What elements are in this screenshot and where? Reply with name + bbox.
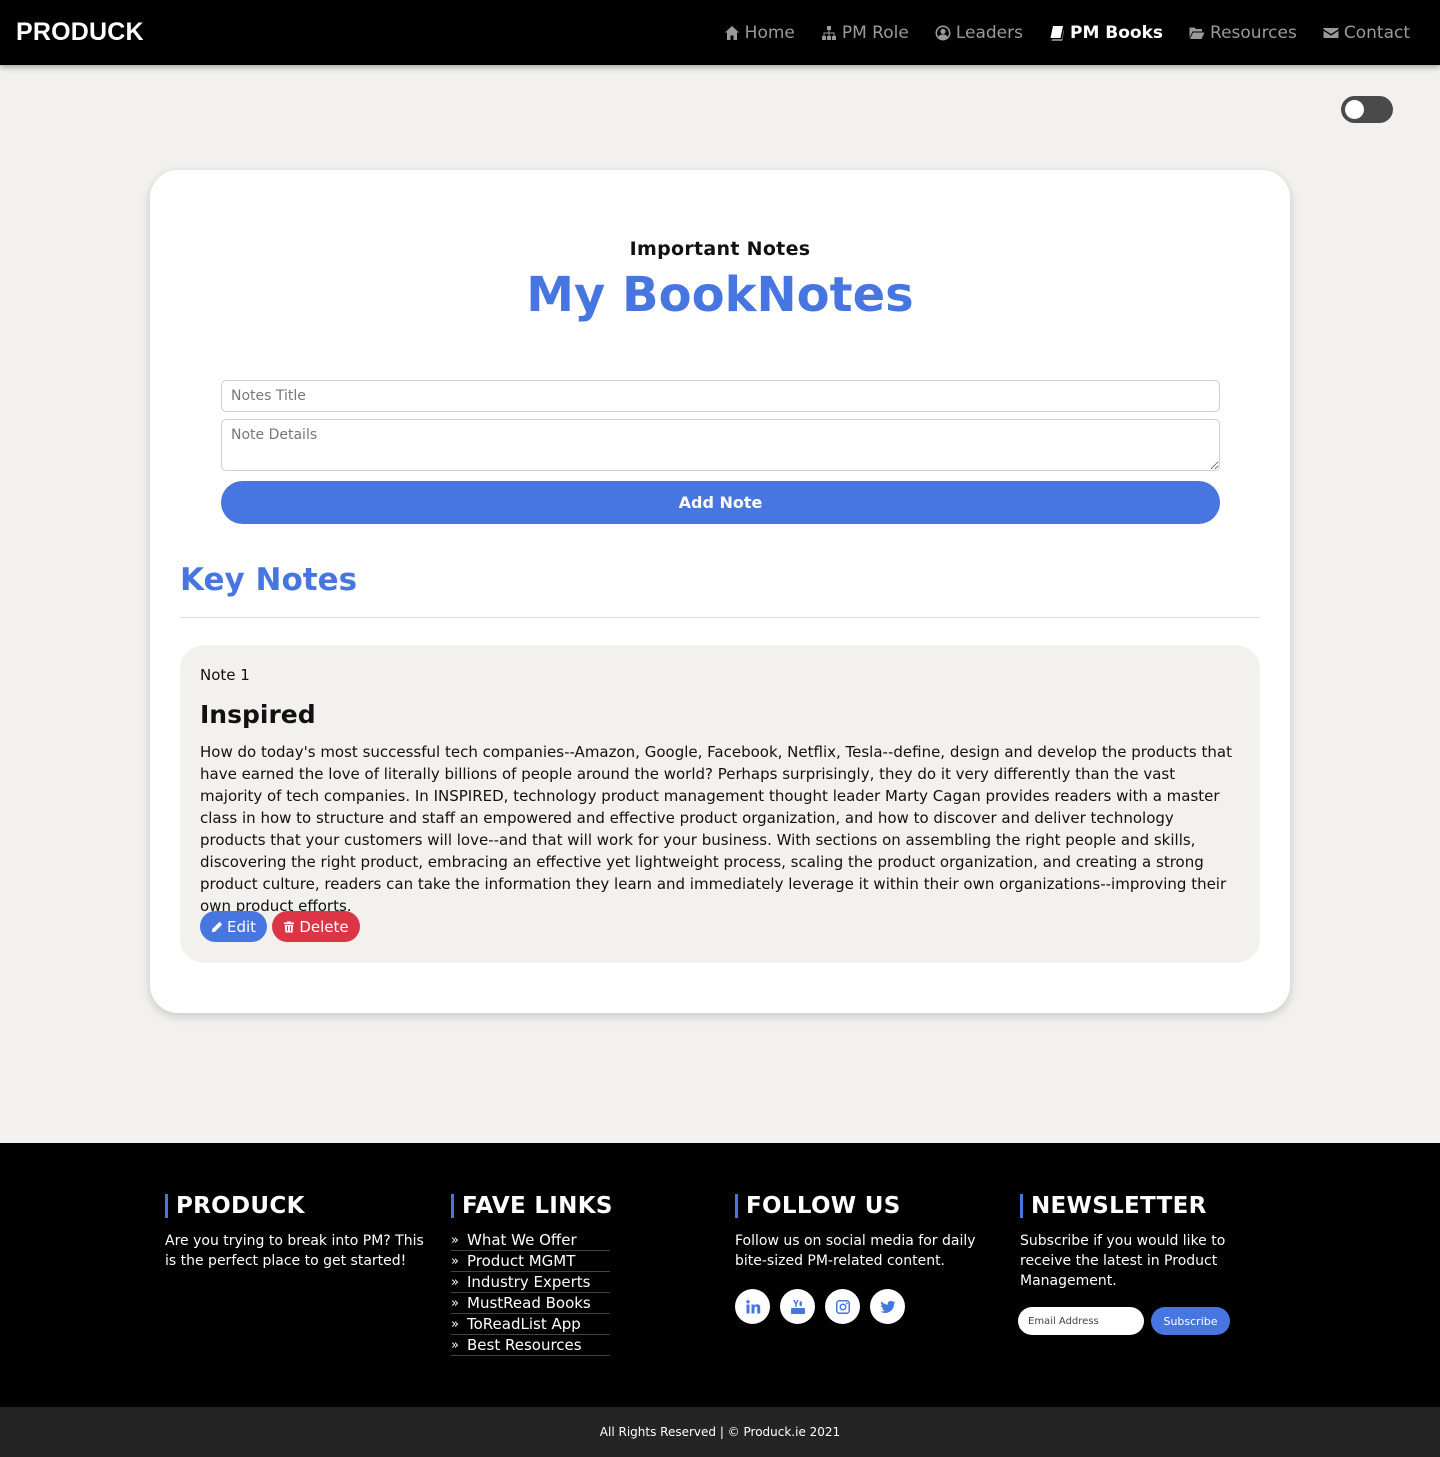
nav-item-pm-books[interactable]: PM Books <box>1049 23 1163 43</box>
note-card: Note 1 Inspired How do today's most succ… <box>180 645 1260 963</box>
add-note-button[interactable]: Add Note <box>221 481 1220 524</box>
delete-note-button[interactable]: Delete <box>272 911 360 942</box>
instagram-icon <box>835 1299 850 1314</box>
bullet: » <box>451 1232 459 1248</box>
note-details-textarea[interactable] <box>221 419 1220 471</box>
footer-newsletter-heading: NEWSLETTER <box>1020 1193 1280 1219</box>
booknotes-card: Important Notes My BookNotes Add Note Ke… <box>150 170 1290 1013</box>
footer-about: PRODUCK Are you trying to break into PM?… <box>165 1193 425 1271</box>
footer-heading-text: FAVE LINKS <box>462 1193 613 1219</box>
note-title: Inspired <box>200 700 316 729</box>
footer-links-heading: FAVE LINKS <box>451 1193 613 1219</box>
notes-title-input[interactable] <box>221 380 1220 412</box>
sitemap-icon <box>821 25 836 40</box>
pencil-icon <box>211 921 223 932</box>
bullet: » <box>451 1295 459 1311</box>
trash-icon <box>284 921 295 932</box>
link-text: Best Resources <box>467 1336 582 1354</box>
nav-item-label: Resources <box>1210 22 1297 43</box>
top-navbar: PRODUCK Home PM Role Leaders PM Books Re… <box>0 0 1440 65</box>
footer-link-what-we-offer[interactable]: » What We Offer <box>451 1230 610 1251</box>
link-text: Industry Experts <box>467 1273 591 1291</box>
youtube-link[interactable] <box>780 1289 815 1324</box>
note-body: How do today's most successful tech comp… <box>200 743 1232 915</box>
footer-heading-text: FOLLOW US <box>746 1193 901 1219</box>
bullet: » <box>451 1274 459 1290</box>
brand-logo[interactable]: PRODUCK <box>16 18 144 47</box>
dark-mode-toggle[interactable] <box>1341 96 1393 123</box>
delete-label: Delete <box>299 917 349 936</box>
link-text: MustRead Books <box>467 1294 591 1312</box>
nav-item-leaders[interactable]: Leaders <box>935 23 1023 43</box>
footer-follow-text: Follow us on social media for daily bite… <box>735 1233 976 1269</box>
newsletter-email-input[interactable] <box>1018 1307 1144 1335</box>
footer-links: FAVE LINKS » What We Offer » Product MGMT … <box>451 1193 613 1356</box>
footer-follow-heading: FOLLOW US <box>735 1193 995 1219</box>
heading-accent-bar <box>165 1194 168 1218</box>
nav-item-label: Home <box>744 22 795 43</box>
footer-about-heading: PRODUCK <box>165 1193 425 1219</box>
section-divider <box>180 617 1260 618</box>
folder-open-icon <box>1189 27 1205 39</box>
subscribe-button[interactable]: Subscribe <box>1151 1307 1230 1335</box>
footer: PRODUCK Are you trying to break into PM?… <box>0 1143 1440 1407</box>
nav-item-label: Contact <box>1343 22 1410 43</box>
footer-follow: FOLLOW US Follow us on social media for … <box>735 1193 995 1324</box>
edit-label: Edit <box>226 917 257 936</box>
fave-links-list: » What We Offer » Product MGMT » Industry E… <box>451 1230 610 1356</box>
social-links <box>735 1289 995 1324</box>
home-icon <box>724 25 739 40</box>
main-nav: Home PM Role Leaders PM Books Resources … <box>724 23 1424 43</box>
nav-item-label: Leaders <box>955 22 1023 43</box>
link-text: ToReadList App <box>467 1315 581 1333</box>
linkedin-link[interactable] <box>735 1289 770 1324</box>
footer-link-product-mgmt[interactable]: » Product MGMT <box>451 1251 610 1272</box>
bullet: » <box>451 1337 459 1353</box>
nav-item-home[interactable]: Home <box>724 23 795 43</box>
footer-link-best-resources[interactable]: » Best Resources <box>451 1335 610 1356</box>
footer-link-toreadlist-app[interactable]: » ToReadList App <box>451 1314 610 1335</box>
nav-item-contact[interactable]: Contact <box>1323 23 1410 43</box>
youtube-icon <box>790 1299 805 1314</box>
footer-heading-text: NEWSLETTER <box>1031 1193 1207 1219</box>
nav-item-label: PM Books <box>1069 22 1164 43</box>
link-text: What We Offer <box>467 1231 577 1249</box>
footer-newsletter: NEWSLETTER Subscribe if you would like t… <box>1018 1193 1280 1335</box>
page-title: My BookNotes <box>526 267 914 323</box>
page-subtitle: Important Notes <box>629 238 811 260</box>
twitter-link[interactable] <box>870 1289 905 1324</box>
copyright-bar: All Rights Reserved | © Produck.ie 2021 <box>0 1407 1440 1457</box>
envelope-icon <box>1323 27 1339 38</box>
footer-newsletter-text: Subscribe if you would like to receive t… <box>1020 1233 1226 1289</box>
footer-link-mustread-books[interactable]: » MustRead Books <box>451 1293 610 1314</box>
linkedin-icon <box>745 1299 760 1313</box>
heading-accent-bar <box>451 1194 454 1218</box>
note-number: Note 1 <box>200 666 250 684</box>
bullet: » <box>451 1316 459 1332</box>
footer-heading-text: PRODUCK <box>176 1193 305 1219</box>
heading-accent-bar <box>735 1194 738 1218</box>
twitter-icon <box>880 1300 895 1313</box>
key-notes-heading: Key Notes <box>180 562 358 598</box>
copyright-text: All Rights Reserved | © Produck.ie 2021 <box>599 1425 841 1439</box>
link-text: Product MGMT <box>467 1252 576 1270</box>
instagram-link[interactable] <box>825 1289 860 1324</box>
heading-accent-bar <box>1020 1194 1023 1218</box>
book-icon <box>1050 25 1064 40</box>
nav-item-pm-role[interactable]: PM Role <box>821 23 909 43</box>
footer-about-text: Are you trying to break into PM? This is… <box>165 1233 424 1269</box>
newsletter-form: Subscribe <box>1018 1307 1280 1335</box>
nav-item-resources[interactable]: Resources <box>1189 23 1297 43</box>
user-circle-icon <box>935 25 951 40</box>
bullet: » <box>451 1253 459 1269</box>
nav-item-label: PM Role <box>841 22 909 43</box>
edit-note-button[interactable]: Edit <box>200 911 267 942</box>
toggle-knob <box>1345 100 1364 119</box>
footer-link-industry-experts[interactable]: » Industry Experts <box>451 1272 610 1293</box>
